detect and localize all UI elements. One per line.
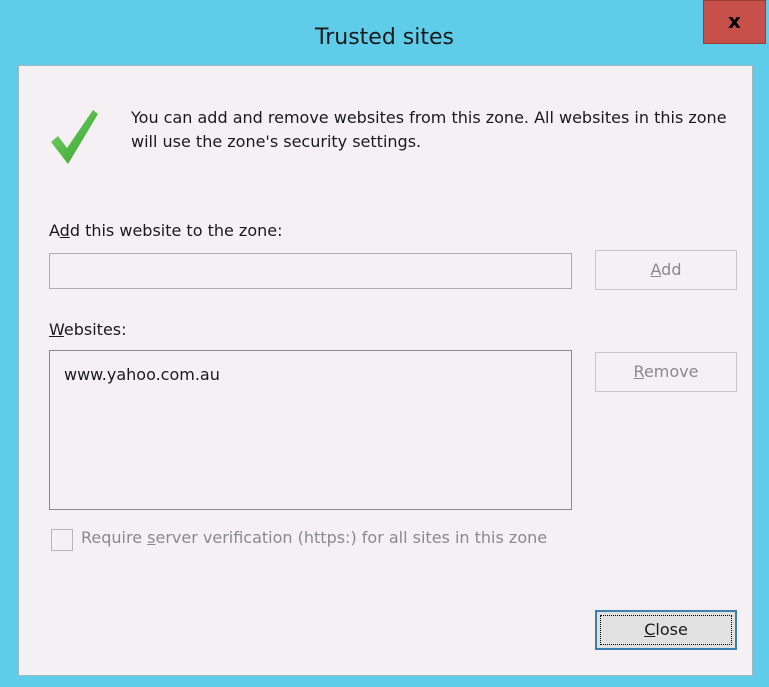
trusted-sites-dialog: Trusted sites x You can add and remove w… [0, 0, 769, 687]
https-label-rest: erver verification (https:) for all site… [155, 528, 548, 547]
green-checkmark-icon [51, 110, 98, 164]
remove-button-accelerator: R [633, 362, 644, 381]
close-icon: x [728, 9, 741, 33]
add-button-label: dd [661, 260, 682, 279]
websites-label-accelerator: W [49, 320, 64, 339]
title-bar[interactable]: Trusted sites x [0, 0, 769, 65]
add-label-part: A [49, 221, 60, 240]
require-https-label[interactable]: Require server verification (https:) for… [81, 528, 547, 547]
close-button[interactable]: Close [595, 610, 737, 650]
add-label-accelerator: d [59, 221, 70, 240]
intro-text: You can add and remove websites from thi… [131, 108, 727, 151]
remove-button-label: emove [643, 362, 699, 381]
websites-label-rest: ebsites: [63, 320, 127, 339]
websites-label: Websites: [49, 320, 127, 339]
dialog-body: You can add and remove websites from thi… [18, 65, 753, 676]
list-item[interactable]: www.yahoo.com.au [64, 365, 220, 384]
add-website-label: Add this website to the zone: [49, 221, 282, 240]
https-label-part: Require [81, 528, 148, 547]
add-button-accelerator: A [650, 260, 662, 279]
window-title: Trusted sites [315, 25, 454, 50]
website-input[interactable] [49, 253, 572, 289]
add-label-rest: d this website to the zone: [69, 221, 283, 240]
remove-button[interactable]: Remove [595, 352, 737, 392]
window-close-button[interactable]: x [703, 0, 766, 44]
add-button[interactable]: Add [595, 250, 737, 290]
websites-list[interactable]: www.yahoo.com.au [49, 350, 572, 510]
focus-rectangle [600, 615, 732, 645]
require-https-checkbox[interactable] [51, 529, 73, 551]
